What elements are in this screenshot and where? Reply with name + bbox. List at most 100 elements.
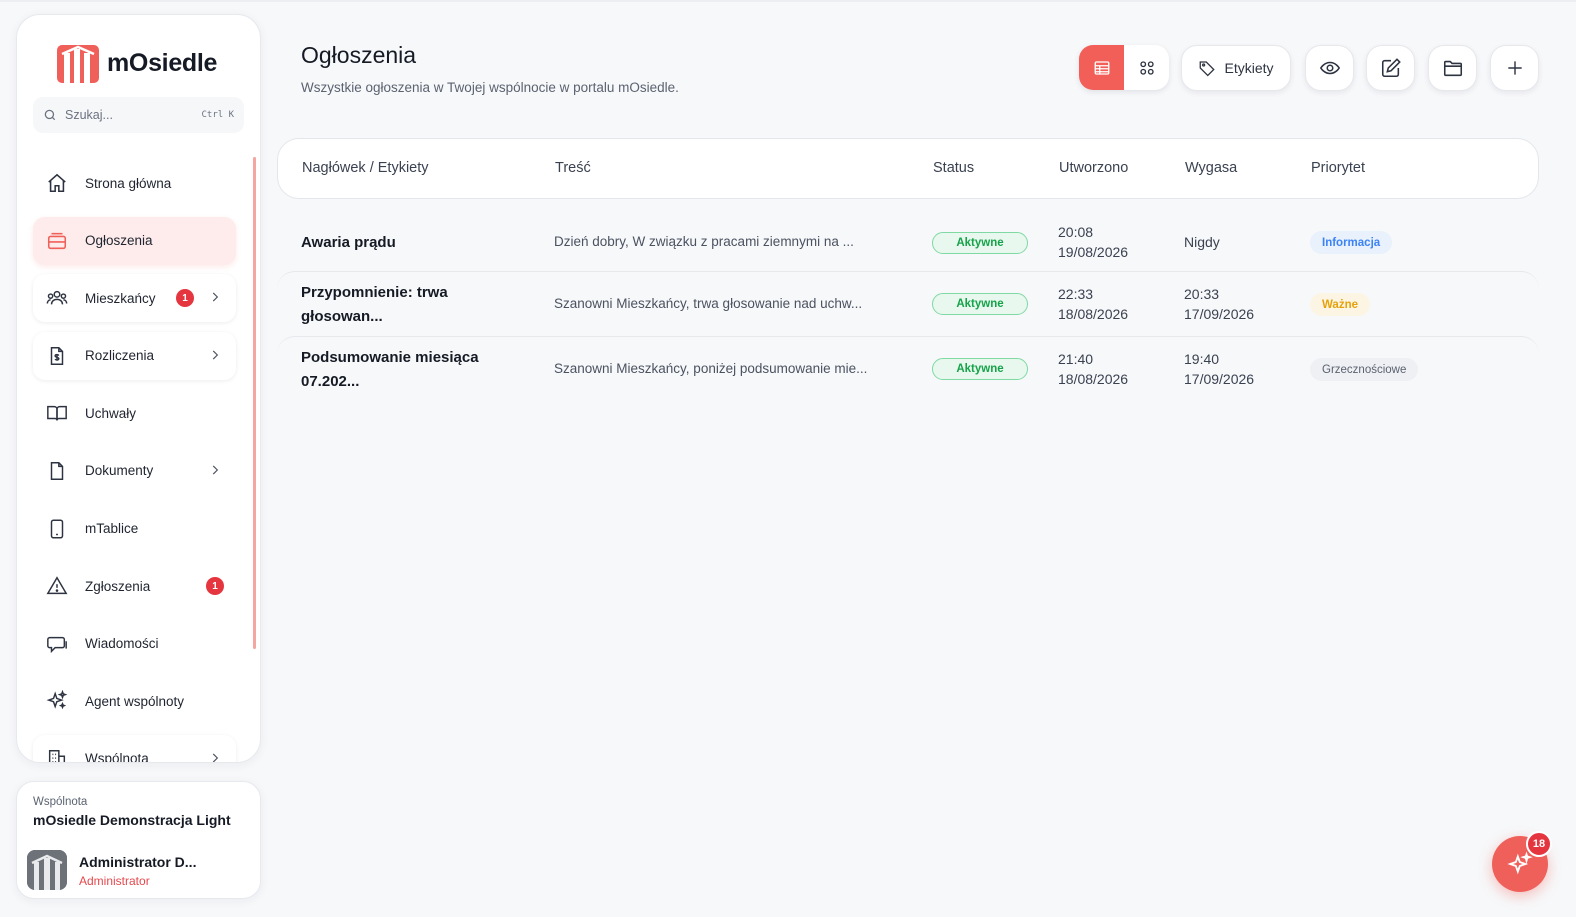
plus-icon <box>1507 61 1522 75</box>
add-button[interactable] <box>1490 45 1539 91</box>
sidebar-item-label: Mieszkańcy <box>85 290 156 306</box>
table-row[interactable]: Przypomnienie: trwa głosowan... Szanowni… <box>277 271 1539 336</box>
chevron-right-icon <box>212 753 219 762</box>
edit-icon <box>1381 58 1401 78</box>
created-day: 19/08/2026 <box>1058 244 1129 260</box>
search-shortcut: Ctrl K <box>201 110 234 120</box>
tablet-icon <box>45 517 69 541</box>
sidebar-item-messages[interactable]: Wiadomości <box>33 620 236 668</box>
sidebar-item-label: Dokumenty <box>85 463 154 479</box>
tag-icon <box>1200 61 1216 77</box>
table-icon <box>1094 60 1109 75</box>
sidebar-item-announcements[interactable]: Ogłoszenia <box>33 216 236 265</box>
sidebar-item-reports[interactable]: Zgłoszenia 1 <box>33 562 236 610</box>
priority-badge: Ważne <box>1310 293 1370 316</box>
created-day: 18/08/2026 <box>1058 306 1129 322</box>
column-header-created[interactable]: Utworzono <box>1059 160 1128 176</box>
page-subtitle: Wszystkie ogłoszenia w Twojej wspólnocie… <box>301 80 679 95</box>
home-icon <box>45 171 69 195</box>
table-row[interactable]: Awaria prądu Dzień dobry, W związku z pr… <box>277 210 1539 275</box>
row-content: Szanowni Mieszkańcy, poniżej podsumowani… <box>554 361 868 376</box>
file-icon <box>45 459 69 483</box>
invoice-icon <box>45 344 69 368</box>
community-caption: Wspólnota <box>33 796 88 808</box>
created-date: 20:08 19/08/2026 <box>1058 222 1128 262</box>
column-header-content[interactable]: Treść <box>555 160 591 176</box>
sidebar-item-billing[interactable]: Rozliczenia <box>33 331 236 380</box>
created-day: 18/08/2026 <box>1058 371 1129 387</box>
grid-view-button[interactable] <box>1124 45 1169 90</box>
sidebar-item-community[interactable]: Wspólnota <box>33 734 236 763</box>
sidebar-item-label: Agent wspólnoty <box>85 693 185 709</box>
sidebar-item-mtablice[interactable]: mTablice <box>33 505 236 553</box>
row-title: Przypomnienie: trwa głosowan... <box>301 284 448 325</box>
user-name: Administrator D... <box>79 854 197 870</box>
sidebar-item-label: Zgłoszenia <box>85 578 151 594</box>
created-date: 21:40 18/08/2026 <box>1058 349 1128 389</box>
sidebar: mOsiedle Szukaj... Ctrl K Strona główna … <box>16 14 261 763</box>
grid-icon <box>1139 60 1154 75</box>
created-date: 22:33 18/08/2026 <box>1058 284 1128 324</box>
eye-icon <box>1319 61 1340 75</box>
column-header-expires[interactable]: Wygasa <box>1185 160 1237 176</box>
priority-badge: Grzecznościowe <box>1310 358 1419 381</box>
search-icon <box>44 109 56 121</box>
folder-button[interactable] <box>1428 45 1477 91</box>
sidebar-item-residents[interactable]: Mieszkańcy 1 <box>33 274 236 323</box>
status-badge: Aktywne <box>932 293 1028 315</box>
user-role: Administrator <box>79 874 150 888</box>
labels-button-label: Etykiety <box>1224 60 1274 76</box>
priority-badge: Informacja <box>1310 231 1393 254</box>
sparkles-icon <box>1507 851 1533 875</box>
sidebar-item-resolutions[interactable]: Uchwały <box>33 389 236 437</box>
search-placeholder: Szukaj... <box>65 108 113 122</box>
sidebar-item-label: Ogłoszenia <box>85 233 153 249</box>
row-title: Awaria prądu <box>301 234 396 251</box>
sparkles-icon <box>45 689 69 713</box>
sidebar-item-label: mTablice <box>85 521 139 537</box>
table-row[interactable]: Podsumowanie miesiąca 07.202... Szanowni… <box>277 336 1539 401</box>
folder-icon <box>1443 60 1462 77</box>
table-view-button[interactable] <box>1079 45 1124 90</box>
inbox-icon <box>45 229 69 253</box>
sidebar-item-label: Rozliczenia <box>85 348 155 364</box>
chevron-right-icon <box>212 350 219 360</box>
expires-date: 20:33 17/09/2026 <box>1184 284 1254 324</box>
expires-time: 20:33 <box>1184 286 1220 302</box>
notification-badge: 1 <box>206 577 224 596</box>
sidebar-item-label: Wspólnota <box>85 751 149 763</box>
community-name: mOsiedle Demonstracja Light <box>33 812 231 828</box>
column-header-status[interactable]: Status <box>933 160 974 176</box>
row-content: Dzień dobry, W związku z pracami ziemnym… <box>554 234 854 249</box>
sidebar-item-home[interactable]: Strona główna <box>33 159 236 207</box>
status-badge: Aktywne <box>932 358 1028 380</box>
logo[interactable]: mOsiedle <box>57 43 217 83</box>
preview-button[interactable] <box>1305 45 1354 91</box>
column-header-title[interactable]: Nagłówek / Etykiety <box>302 160 429 176</box>
sidebar-item-documents[interactable]: Dokumenty <box>33 447 236 495</box>
row-title: Podsumowanie miesiąca 07.202... <box>301 349 479 390</box>
user-card[interactable]: Wspólnota mOsiedle Demonstracja Light Ad… <box>16 781 261 899</box>
expires-day: Nigdy <box>1184 234 1220 250</box>
book-icon <box>45 401 69 425</box>
building-icon <box>45 747 69 762</box>
labels-button[interactable]: Etykiety <box>1181 45 1291 91</box>
row-content: Szanowni Mieszkańcy, trwa głosowanie nad… <box>554 296 863 311</box>
view-toggle <box>1079 45 1169 90</box>
column-header-priority[interactable]: Priorytet <box>1311 160 1365 176</box>
sidebar-nav: Strona główna Ogłoszenia Mieszkańcy 1 Ro… <box>33 159 236 763</box>
notification-badge: 1 <box>176 289 194 308</box>
expires-day: 17/09/2026 <box>1184 306 1255 322</box>
created-time: 22:33 <box>1058 286 1094 302</box>
search-input[interactable]: Szukaj... Ctrl K <box>33 97 244 133</box>
edit-button[interactable] <box>1366 45 1415 91</box>
sidebar-scrollbar[interactable] <box>253 157 256 649</box>
page-title: Ogłoszenia <box>301 42 417 68</box>
sidebar-item-label: Strona główna <box>85 175 172 191</box>
expires-date: 19:40 17/09/2026 <box>1184 349 1254 389</box>
chevron-right-icon <box>212 292 219 302</box>
users-icon <box>45 286 69 310</box>
sidebar-item-agent[interactable]: Agent wspólnoty <box>33 677 236 725</box>
expires-day: 17/09/2026 <box>1184 371 1255 387</box>
chevron-right-icon <box>212 465 219 475</box>
